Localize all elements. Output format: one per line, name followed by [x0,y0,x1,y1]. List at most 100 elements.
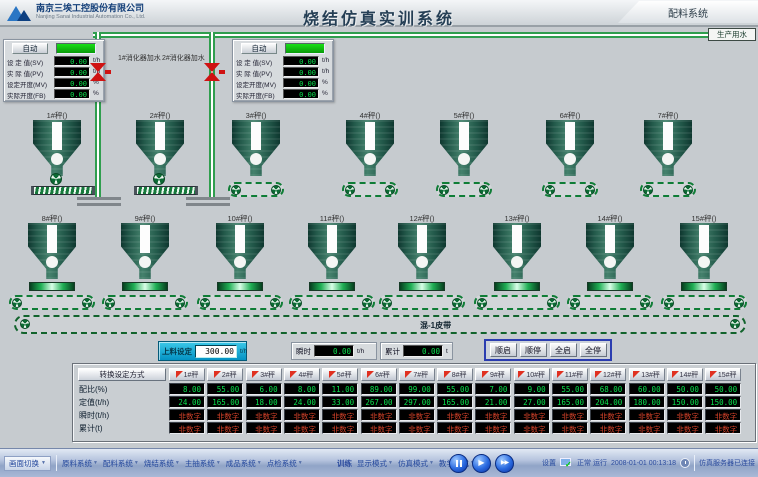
column-header-scale-2[interactable]: 2#秤 [207,368,243,381]
column-header-scale-13[interactable]: 13#秤 [629,368,665,381]
screen-switch-menu[interactable]: 画面切换▼ [4,456,51,471]
table-cell: 非数字 [361,409,397,421]
scale-3[interactable]: 3#秤() [213,110,299,210]
pause-button[interactable] [449,454,468,473]
nav-item-3[interactable]: 烧结系统▼ [144,458,180,469]
table-cell[interactable]: 60.00 [629,383,665,395]
table-cell[interactable]: 50.00 [667,383,703,395]
scale-1[interactable]: 1#秤() [14,110,100,210]
table-cell[interactable]: 8.00 [169,383,205,395]
table-cell[interactable]: 165.00 [552,396,588,408]
table-cell[interactable]: 50.00 [705,383,741,395]
scale-13[interactable]: 13#秤() [474,213,560,313]
switch-setting-mode-button[interactable]: 转换设定方式 [78,368,166,381]
scale-2[interactable]: 2#秤() [117,110,203,210]
column-header-scale-3[interactable]: 3#秤 [246,368,282,381]
table-cell[interactable]: 99.00 [399,383,435,395]
table-cell[interactable]: 165.00 [207,396,243,408]
column-header-scale-1[interactable]: 1#秤 [169,368,205,381]
seq-stop-button[interactable]: 顺停 [520,343,547,357]
column-header-scale-10[interactable]: 10#秤 [514,368,550,381]
tab-production-water[interactable]: 生产用水 [708,28,756,41]
scale-5[interactable]: 5#秤() [421,110,507,210]
total-label: 累计 [385,346,400,357]
chevron-down-icon: ▼ [388,460,393,466]
column-header-scale-7[interactable]: 7#秤 [399,368,435,381]
scale-9[interactable]: 9#秤() [102,213,188,313]
table-cell[interactable]: 11.00 [322,383,358,395]
column-header-scale-9[interactable]: 9#秤 [475,368,511,381]
table-cell[interactable]: 7.00 [475,383,511,395]
column-header-scale-6[interactable]: 6#秤 [361,368,397,381]
flag-icon [518,371,525,378]
hopper-icon [440,120,488,176]
scale-7[interactable]: 7#秤() [625,110,711,210]
table-cell[interactable]: 165.00 [437,396,473,408]
mix-belt-1[interactable]: 混-1皮带 [14,315,746,334]
auto-mode-button[interactable]: 自动 [12,43,48,54]
water-valve-2[interactable] [204,63,220,81]
nav-item-6[interactable]: 点检系统▼ [267,458,303,469]
table-cell[interactable]: 21.00 [475,396,511,408]
scale-11[interactable]: 11#秤() [289,213,375,313]
column-header-scale-14[interactable]: 14#秤 [667,368,703,381]
bottom-toolbar: 画面切换▼ 原料系统▼配料系统▼烧结系统▼主抽系统▼成品系统▼点检系统▼ 训练 … [0,448,758,477]
nav-item-2[interactable]: 配料系统▼ [103,458,139,469]
fast-forward-button[interactable]: ▶▶ [495,454,514,473]
scale-15[interactable]: 15#秤() [661,213,747,313]
scale-6[interactable]: 6#秤() [527,110,613,210]
table-cell[interactable]: 6.00 [246,383,282,395]
column-header-scale-12[interactable]: 12#秤 [590,368,626,381]
auto-mode-button[interactable]: 自动 [241,43,277,54]
column-header-scale-11[interactable]: 11#秤 [552,368,588,381]
mode-item-2[interactable]: 仿真模式▼ [398,458,434,469]
table-cell[interactable]: 180.00 [629,396,665,408]
column-header-scale-15[interactable]: 15#秤 [705,368,741,381]
table-cell[interactable]: 204.00 [590,396,626,408]
column-header-label: 5#秤 [337,370,352,380]
column-header-scale-4[interactable]: 4#秤 [284,368,320,381]
column-header-label: 14#秤 [680,370,699,380]
table-cell[interactable]: 8.00 [284,383,320,395]
all-stop-button[interactable]: 全停 [580,343,607,357]
mode-item-1[interactable]: 显示模式▼ [357,458,393,469]
scale-14[interactable]: 14#秤() [567,213,653,313]
table-cell[interactable]: 55.00 [207,383,243,395]
scale-10[interactable]: 10#秤() [197,213,283,313]
column-header-scale-5[interactable]: 5#秤 [322,368,358,381]
table-cell: 非数字 [361,422,397,434]
table-cell[interactable]: 18.00 [246,396,282,408]
table-cell[interactable]: 24.00 [284,396,320,408]
settings-menu[interactable]: 设置 [542,458,556,468]
scale-12[interactable]: 12#秤() [379,213,465,313]
table-cell[interactable]: 150.00 [705,396,741,408]
play-button[interactable]: ▶ [472,454,491,473]
table-cell[interactable]: 150.00 [667,396,703,408]
table-cell[interactable]: 24.00 [169,396,205,408]
scale-8[interactable]: 8#秤() [9,213,95,313]
table-cell[interactable]: 33.00 [322,396,358,408]
nav-item-4[interactable]: 主抽系统▼ [185,458,221,469]
seq-start-button[interactable]: 顺启 [490,343,517,357]
table-cell: 非数字 [399,422,435,434]
water-panel-2: 自动设 定 值(SV)0.00t/h实 际 值(PV)0.00t/h设定开度(M… [232,39,334,102]
table-cell[interactable]: 297.00 [399,396,435,408]
column-header-scale-8[interactable]: 8#秤 [437,368,473,381]
table-cell[interactable]: 55.00 [552,383,588,395]
table-cell[interactable]: 55.00 [437,383,473,395]
nav-item-5[interactable]: 成品系统▼ [226,458,262,469]
tab-batching-system[interactable]: 配料系统 [618,1,758,23]
table-cell[interactable]: 89.00 [361,383,397,395]
table-cell[interactable]: 68.00 [590,383,626,395]
table-cell[interactable]: 267.00 [361,396,397,408]
nav-item-1[interactable]: 原料系统▼ [62,458,98,469]
table-cell[interactable]: 27.00 [514,396,550,408]
all-start-button[interactable]: 全启 [550,343,577,357]
scale-4[interactable]: 4#秤() [327,110,413,210]
feed-setpoint-input[interactable] [195,345,237,358]
table-cell[interactable]: 9.00 [514,383,550,395]
column-header-label: 6#秤 [375,370,390,380]
hopper-icon [308,223,356,279]
vibro-feeder-icon [29,282,75,291]
water-valve-1[interactable] [90,63,106,81]
